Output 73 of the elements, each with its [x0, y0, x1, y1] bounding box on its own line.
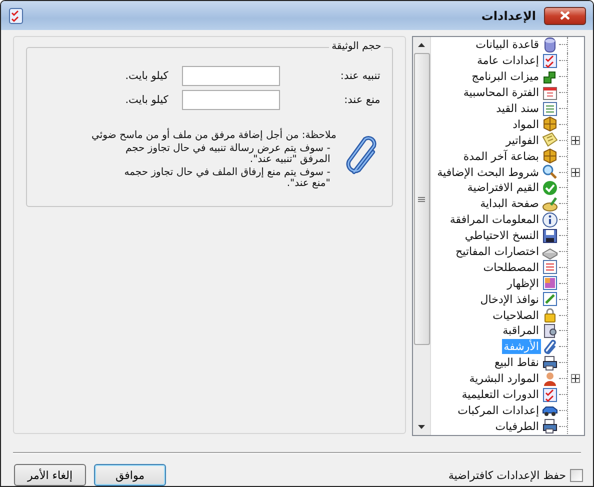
tree-item[interactable]: الفترة المحاسبية — [461, 85, 541, 100]
pencil-icon — [542, 291, 558, 308]
box-icon — [542, 148, 558, 164]
tree-item[interactable]: المراقبة — [500, 323, 541, 338]
tree-item[interactable]: الدورات التعليمية — [460, 387, 541, 402]
info-icon — [542, 212, 558, 228]
dialog-button[interactable]: إلغاء الأمر — [14, 464, 86, 486]
plus-icon — [572, 136, 578, 144]
checklist-icon — [542, 386, 558, 403]
plus-icon — [572, 375, 578, 382]
scroll-up-icon — [418, 43, 426, 47]
printer-icon — [542, 354, 558, 371]
plus-icon — [572, 168, 578, 176]
close-button[interactable] — [544, 6, 586, 24]
puzzle-icon — [542, 68, 558, 85]
checklist-icon — [542, 52, 558, 69]
lock-icon — [542, 307, 558, 324]
tree-item[interactable]: المعلومات المرافقة — [448, 212, 541, 228]
tree-item[interactable]: القيم الافتراضية — [465, 180, 541, 196]
scrollbar[interactable] — [413, 37, 432, 435]
note-text: - سوف يتم منع إرفاق الملف في حال تجاوز حجمه "منع عند". — [123, 167, 332, 189]
person-icon — [542, 370, 558, 387]
brush-icon — [542, 196, 558, 212]
tree-item[interactable]: نوافذ الإدخال — [478, 292, 541, 307]
scroll-down-icon — [418, 425, 426, 429]
tree-item[interactable]: اختصارات المفاتيح — [454, 244, 541, 260]
input-field[interactable] — [182, 66, 280, 86]
paperclip-icon — [542, 338, 558, 355]
dialog-button[interactable]: موافق — [94, 464, 166, 486]
tree-item[interactable]: المصطلحات — [481, 260, 541, 275]
tree-item[interactable]: إعدادات عامة — [475, 53, 541, 68]
tree-item[interactable]: الإظهار — [505, 276, 541, 291]
tree-item[interactable]: شروط البحث الإضافية — [435, 164, 541, 180]
database-icon — [542, 37, 558, 53]
expand-toggle[interactable] — [570, 136, 580, 145]
note-icon — [542, 132, 558, 148]
tree-item[interactable]: قاعدة البيانات — [474, 37, 541, 52]
check-icon — [542, 180, 558, 196]
tree-item[interactable]: الفواتير — [504, 132, 541, 148]
expand-toggle[interactable] — [570, 168, 580, 177]
tree-item[interactable]: الطرفيات — [493, 418, 541, 434]
expand-toggle[interactable] — [570, 374, 580, 384]
document-icon — [542, 322, 558, 339]
field-label: تنبيه عند: — [339, 70, 380, 82]
tree-item[interactable]: سند القيد — [494, 101, 541, 116]
tree-item[interactable]: بضاعة آخر المدة — [461, 148, 541, 164]
field-label: منع عند: — [343, 94, 380, 106]
tree-item[interactable]: الموارد البشرية — [467, 371, 541, 386]
scroll-thumb[interactable] — [414, 53, 430, 345]
tree-item[interactable]: صفحة البداية — [478, 196, 541, 212]
note-text: - سوف يتم عرض رسالة تنبيه في حال تجاوز حجم المرفق "تنبيه عند". — [124, 143, 332, 165]
tree-item[interactable]: نقاط البيع — [492, 355, 541, 370]
tree-item[interactable]: الصلاحيات — [490, 308, 541, 323]
grip-icon — [418, 196, 426, 202]
calendar-icon — [542, 84, 558, 101]
tree-item[interactable]: إعدادات المركبات — [456, 402, 541, 418]
tree-item[interactable]: المواد — [510, 116, 541, 132]
input-field[interactable] — [182, 90, 280, 110]
group-title: حجم الوثيقة — [328, 41, 384, 52]
list-icon — [542, 100, 558, 117]
unit-label: كيلو بايت. — [125, 70, 168, 82]
checkbox-label: حفظ الإعدادات كافتراضية — [448, 468, 566, 482]
magnifier-icon — [542, 164, 558, 180]
tree-item[interactable]: النسخ الاحتياطي — [462, 228, 541, 244]
checkbox[interactable] — [570, 468, 583, 482]
checklist-icon — [9, 8, 23, 24]
unit-label: كيلو بايت. — [125, 94, 168, 106]
close-icon — [560, 11, 570, 20]
box-icon — [542, 116, 558, 132]
note-text: ملاحظة: من أجل إضافة مرفق من ملف أو من ماسح ضوئي — [92, 130, 336, 141]
window-title: الإعدادات — [481, 8, 536, 22]
tree-item[interactable]: ميزات البرنامج — [470, 69, 541, 84]
list-icon — [542, 259, 558, 276]
